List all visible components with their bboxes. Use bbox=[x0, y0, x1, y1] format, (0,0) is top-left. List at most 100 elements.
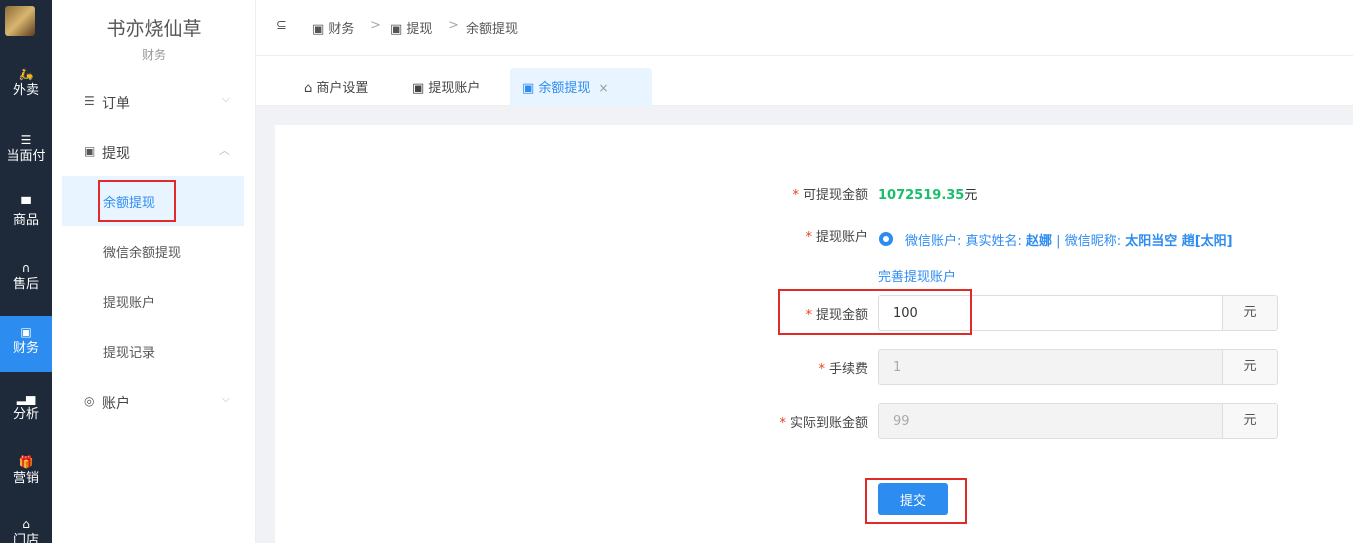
account-real-name: 赵娜 bbox=[1026, 234, 1053, 249]
tab-label: 余额提现 bbox=[538, 81, 591, 96]
menu-group-orders[interactable]: ☰ 订单 ⌵ bbox=[52, 82, 256, 122]
sidebar-item-wechat-withdraw[interactable]: 微信余额提现 bbox=[62, 226, 244, 276]
withdraw-icon: ▣ bbox=[84, 144, 96, 158]
required-mark: * bbox=[805, 230, 812, 245]
account-prefix: 微信账户: 真实姓名: bbox=[905, 234, 1027, 249]
account-nickname: 太阳当空 趙[太阳] bbox=[1125, 234, 1233, 249]
menu-group-label: 订单 bbox=[102, 96, 130, 112]
store-name: 书亦烧仙草 bbox=[106, 18, 202, 40]
chevron-up-icon: ︿ bbox=[219, 144, 230, 157]
delivery-icon: 🛵 bbox=[18, 67, 34, 81]
menu-item-label: 提现账户 bbox=[103, 296, 156, 311]
complete-account-link[interactable]: 完善提现账户 bbox=[878, 266, 956, 285]
rail-item-finance[interactable]: ▣ 财务 bbox=[0, 316, 52, 372]
breadcrumb-item-finance[interactable]: ▣ 财务 bbox=[312, 18, 354, 37]
label-text: 提现账户 bbox=[815, 230, 868, 245]
menu-group-label: 账户 bbox=[102, 396, 130, 412]
rail-item-marketing[interactable]: 🎁 营销 bbox=[0, 446, 52, 502]
user-icon: ◎ bbox=[84, 394, 95, 408]
unit-suffix: 元 bbox=[1222, 403, 1278, 439]
fee-input-group: 元 bbox=[878, 349, 1278, 385]
tab-label: 商户设置 bbox=[316, 81, 369, 96]
highlight-box bbox=[98, 180, 176, 222]
collapse-icon[interactable]: ⊆ bbox=[276, 18, 287, 33]
gift-icon: 🎁 bbox=[18, 455, 34, 469]
rail-label: 售后 bbox=[12, 277, 39, 292]
rail-label: 门店 bbox=[12, 533, 39, 543]
chart-icon: ▂▅ bbox=[16, 391, 36, 405]
withdraw-icon: ▣ bbox=[390, 22, 407, 37]
tab-balance-withdraw[interactable]: ▣ 余额提现 × bbox=[510, 68, 652, 106]
breadcrumb-separator: > bbox=[448, 18, 459, 33]
fee-label: * 手续费 bbox=[720, 358, 868, 377]
required-mark: * bbox=[818, 362, 825, 377]
rail-item-store[interactable]: ⌂ 门店 bbox=[0, 508, 52, 543]
actual-amount-input bbox=[878, 403, 1222, 439]
balance-unit: 元 bbox=[964, 188, 978, 203]
actual-amount-label: * 实际到账金额 bbox=[720, 412, 868, 431]
account-nickname-label: | 微信昵称: bbox=[1052, 234, 1126, 249]
chevron-down-icon: ⌵ bbox=[221, 92, 230, 105]
breadcrumb-item-withdraw[interactable]: ▣ 提现 bbox=[390, 18, 432, 37]
account-option-label[interactable]: 微信账户: 真实姓名: 赵娜 | 微信昵称: 太阳当空 趙[太阳] bbox=[905, 230, 1233, 249]
finance-icon: ▣ bbox=[312, 22, 329, 37]
rail-item-aftersale[interactable]: ∩ 售后 bbox=[0, 252, 52, 308]
account-label: * 提现账户 bbox=[720, 226, 868, 245]
chevron-down-icon: ⌵ bbox=[221, 392, 230, 405]
rail-label: 当面付 bbox=[6, 149, 46, 164]
breadcrumb-current: 余额提现 bbox=[466, 22, 519, 37]
rail-item-analysis[interactable]: ▂▅ 分析 bbox=[0, 382, 52, 438]
required-mark: * bbox=[779, 416, 786, 431]
label-text: 可提现金额 bbox=[802, 188, 868, 203]
list-icon: ☰ bbox=[20, 133, 32, 147]
close-icon[interactable]: × bbox=[598, 81, 608, 95]
top-bar: ⊆ ▣ 财务 > ▣ 提现 > 余额提现 bbox=[256, 0, 1353, 56]
rail-label: 分析 bbox=[12, 407, 39, 422]
sidebar-item-withdraw-records[interactable]: 提现记录 bbox=[62, 326, 244, 376]
account-radio[interactable] bbox=[879, 232, 893, 246]
rail-item-delivery[interactable]: 🛵 外卖 bbox=[0, 58, 52, 114]
breadcrumb-label: 提现 bbox=[406, 22, 433, 37]
fee-input bbox=[878, 349, 1222, 385]
rail-label: 商品 bbox=[12, 213, 39, 228]
tab-merchant-settings[interactable]: ⌂ 商户设置 bbox=[292, 68, 380, 106]
finance-icon: ▣ bbox=[412, 81, 429, 96]
list-icon: ☰ bbox=[84, 94, 95, 108]
label-text: 实际到账金额 bbox=[789, 416, 868, 431]
rail-item-products[interactable]: ▀ 商品 bbox=[0, 188, 52, 244]
sidebar-item-withdraw-accounts[interactable]: 提现账户 bbox=[62, 276, 244, 326]
breadcrumb-separator: > bbox=[370, 18, 381, 33]
headset-icon: ∩ bbox=[21, 261, 31, 275]
menu-group-withdraw[interactable]: ▣ 提现 ︿ bbox=[52, 132, 256, 172]
finance-icon: ▣ bbox=[20, 325, 32, 339]
menu-item-label: 微信余额提现 bbox=[103, 246, 182, 261]
store-logo bbox=[5, 6, 35, 36]
store-icon: ⌂ bbox=[304, 81, 317, 96]
rail-item-face-pay[interactable]: ☰ 当面付 bbox=[0, 124, 52, 180]
actual-amount-input-group: 元 bbox=[878, 403, 1278, 439]
balance-value: 1072519.35元 bbox=[878, 184, 977, 203]
breadcrumb-label: 财务 bbox=[328, 22, 355, 37]
sidebar: 书亦烧仙草 财务 ☰ 订单 ⌵ ▣ 提现 ︿ 余额提现 微信余额提现 提现账户 … bbox=[52, 0, 256, 543]
product-icon: ▀ bbox=[21, 197, 31, 211]
menu-item-label: 提现记录 bbox=[103, 346, 156, 361]
highlight-box bbox=[778, 289, 972, 335]
menu-group-label: 提现 bbox=[102, 146, 130, 162]
tab-label: 提现账户 bbox=[428, 81, 481, 96]
highlight-box bbox=[865, 478, 967, 524]
app-rail: 🛵 外卖 ☰ 当面付 ▀ 商品 ∩ 售后 ▣ 财务 ▂▅ 分析 🎁 营销 ⌂ 门… bbox=[0, 0, 52, 543]
section-name: 财务 bbox=[141, 48, 166, 62]
balance-amount: 1072519.35 bbox=[878, 188, 965, 203]
store-icon: ⌂ bbox=[22, 517, 30, 531]
tab-bar: ⌂ 商户设置 ▣ 提现账户 ▣ 余额提现 × bbox=[256, 56, 1353, 106]
label-text: 手续费 bbox=[828, 362, 868, 377]
unit-suffix: 元 bbox=[1222, 349, 1278, 385]
balance-label: * 可提现金额 bbox=[720, 184, 868, 203]
menu-group-account[interactable]: ◎ 账户 ⌵ bbox=[52, 382, 256, 422]
required-mark: * bbox=[792, 188, 799, 203]
rail-label: 营销 bbox=[12, 471, 39, 486]
rail-label: 财务 bbox=[12, 341, 39, 356]
tab-withdraw-accounts[interactable]: ▣ 提现账户 bbox=[400, 68, 492, 106]
rail-label: 外卖 bbox=[12, 83, 39, 98]
finance-icon: ▣ bbox=[522, 81, 539, 96]
